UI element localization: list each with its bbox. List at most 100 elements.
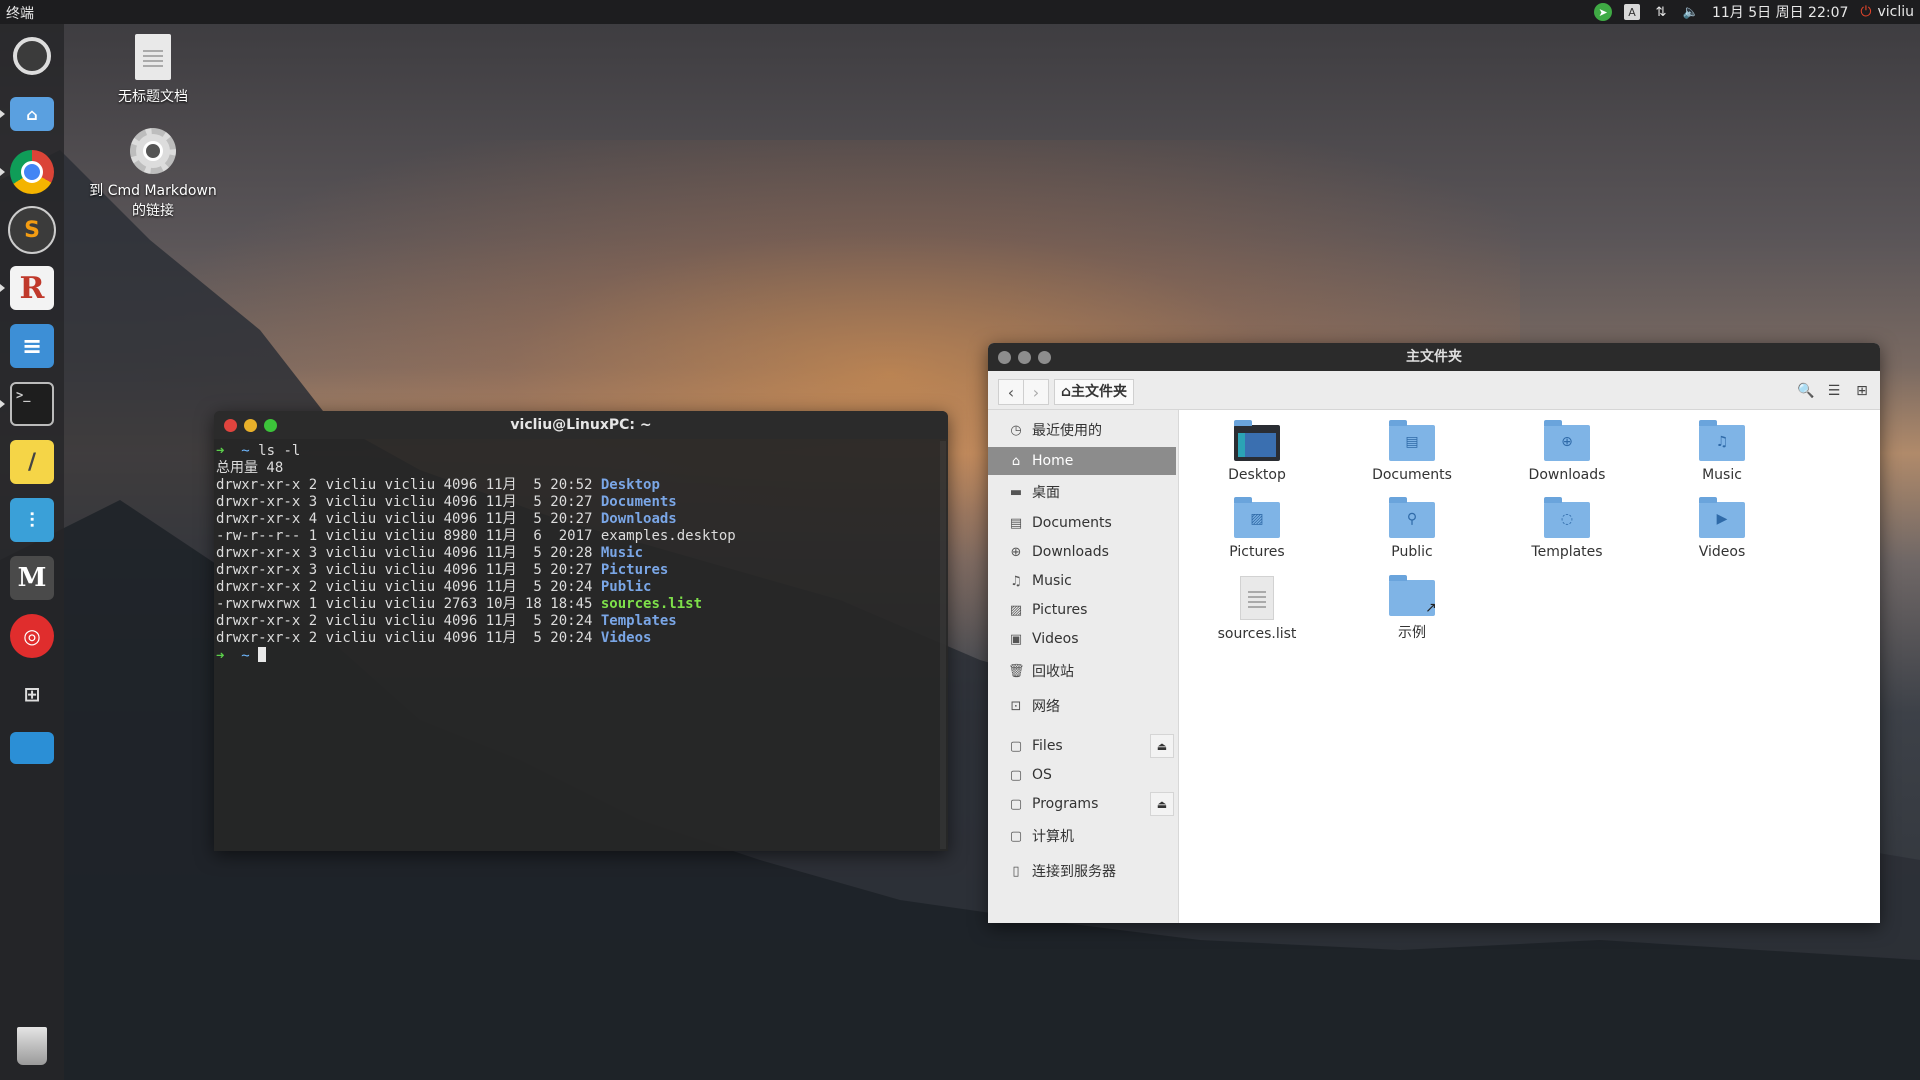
trash-icon: 🗑: [1008, 663, 1025, 679]
ls-row-meta: drwxr-xr-x 4 vicliu vicliu 4096 11月 5 20…: [216, 511, 601, 527]
file-manager-titlebar[interactable]: 主文件夹: [988, 343, 1880, 371]
sidebar-item-documents[interactable]: ▤ Documents: [988, 509, 1176, 537]
file-item-pictures[interactable]: ▨ Pictures: [1202, 497, 1312, 560]
sidebar-item-drive-programs[interactable]: ▢ Programs ⏏: [988, 790, 1176, 818]
file-item-examples[interactable]: ↗ 示例: [1357, 575, 1467, 642]
sidebar-item-videos[interactable]: ▣ Videos: [988, 625, 1176, 653]
rstudio-icon[interactable]: R: [8, 264, 56, 312]
terminal-icon[interactable]: >_: [8, 380, 56, 428]
sublime-text-icon[interactable]: S: [8, 206, 56, 254]
file-item-public[interactable]: ⚲ Public: [1357, 497, 1467, 560]
terminal-scrollbar[interactable]: [940, 441, 946, 849]
minimize-button[interactable]: [1018, 351, 1031, 364]
eject-icon[interactable]: ⏏: [1150, 734, 1174, 758]
sidebar-item-music[interactable]: ♫ Music: [988, 567, 1176, 595]
close-button[interactable]: [998, 351, 1011, 364]
ls-row-filename: Downloads: [600, 511, 677, 527]
sidebar-item-trash[interactable]: 🗑 回收站: [988, 657, 1176, 685]
file-item-downloads[interactable]: ⊕ Downloads: [1512, 420, 1622, 483]
ubuntu-settings-icon[interactable]: [8, 32, 56, 80]
minimize-button[interactable]: [244, 419, 257, 432]
telegram-icon[interactable]: ➤: [1593, 3, 1612, 21]
ls-row: drwxr-xr-x 3 vicliu vicliu 4096 11月 5 20…: [216, 562, 948, 579]
file-view[interactable]: Desktop ▤ Documents ⊕ Downloads ♫ Music ▨ Pi…: [1179, 410, 1880, 923]
file-item-sources-list[interactable]: sources.list: [1202, 576, 1312, 642]
terminal-window[interactable]: vicliu@LinuxPC: ~ ➜ ~ ls -l 总用量 48 drwxr-x…: [214, 411, 948, 851]
terminal-titlebar[interactable]: vicliu@LinuxPC: ~: [214, 411, 948, 439]
network-icon[interactable]: ⇅: [1652, 3, 1670, 21]
sidebar-item-drive-os[interactable]: ▢ OS: [988, 761, 1176, 789]
window-title: 主文件夹: [1406, 349, 1462, 365]
sidebar-item-drive-files[interactable]: ▢ Files ⏏: [988, 732, 1176, 760]
screen-tool-icon[interactable]: ⊞: [8, 670, 56, 718]
command-text: ls -l: [258, 443, 301, 459]
back-button[interactable]: ‹: [998, 379, 1024, 405]
datetime[interactable]: 11月 5日 周日 22:07: [1712, 2, 1848, 22]
ls-row: drwxr-xr-x 2 vicliu vicliu 4096 11月 5 20…: [216, 613, 948, 630]
search-icon[interactable]: 🔍: [1794, 379, 1818, 403]
power-icon[interactable]: ⏻: [1860, 4, 1871, 20]
workspace-switcher-icon[interactable]: [8, 724, 56, 772]
file-item-desktop[interactable]: Desktop: [1202, 420, 1312, 483]
file-label: Documents: [1372, 467, 1452, 483]
sidebar-item-recent[interactable]: ◷ 最近使用的: [988, 416, 1176, 444]
templates-folder-icon: ◌: [1544, 497, 1590, 538]
picture-icon: ▨: [1009, 602, 1023, 618]
user-name[interactable]: vicliu: [1877, 4, 1914, 20]
downloads-folder-icon: ⊕: [1544, 420, 1590, 461]
file-manager-window[interactable]: 主文件夹 ‹ › ⌂主文件夹 🔍 ☰ ⊞ ◷ 最近使用的 ⌂ Home ▬ 桌面 ▤ D…: [988, 343, 1880, 923]
file-item-music[interactable]: ♫ Music: [1667, 420, 1777, 483]
ls-row-meta: drwxr-xr-x 2 vicliu vicliu 4096 11月 5 20…: [216, 477, 601, 493]
link-folder-icon: ↗: [1389, 575, 1437, 616]
volume-icon[interactable]: 🔈: [1682, 3, 1700, 21]
sidebar-item-label: Pictures: [1032, 602, 1088, 618]
sidebar-item-label: 桌面: [1032, 485, 1060, 501]
file-label: Pictures: [1229, 544, 1285, 560]
ls-row-meta: drwxr-xr-x 2 vicliu vicliu 4096 11月 5 20…: [216, 579, 601, 595]
desktop-link-cmd-markdown[interactable]: 到 Cmd Markdown 的链接: [83, 128, 223, 220]
terminal-output[interactable]: ➜ ~ ls -l 总用量 48 drwxr-xr-x 2 vicliu vicli…: [214, 439, 948, 665]
notes-icon[interactable]: /: [8, 438, 56, 486]
eject-icon[interactable]: ⏏: [1150, 792, 1174, 816]
sidebar-item-pictures[interactable]: ▨ Pictures: [988, 596, 1176, 624]
file-item-templates[interactable]: ◌ Templates: [1512, 497, 1622, 560]
text-file-icon: [1240, 576, 1274, 620]
sidebar-item-label: 回收站: [1032, 664, 1074, 680]
list-view-icon[interactable]: ☰: [1822, 379, 1846, 403]
drive-icon: ▢: [1009, 767, 1023, 783]
sidebar-item-downloads[interactable]: ⊕ Downloads: [988, 538, 1176, 566]
document-viewer-icon[interactable]: ≡: [8, 322, 56, 370]
desktop-file-untitled[interactable]: 无标题文档: [83, 34, 223, 106]
maximize-button[interactable]: [1038, 351, 1051, 364]
sidebar-item-label: Downloads: [1032, 544, 1109, 560]
sidebar-item-connect-server[interactable]: ▯ 连接到服务器: [988, 857, 1176, 885]
ls-output: drwxr-xr-x 2 vicliu vicliu 4096 11月 5 20…: [216, 477, 948, 647]
close-button[interactable]: [224, 419, 237, 432]
breadcrumb[interactable]: ⌂主文件夹: [1054, 379, 1135, 405]
markdown-icon[interactable]: M: [8, 554, 56, 602]
prompt-line: ➜ ~ ls -l: [216, 443, 301, 459]
files-icon[interactable]: ⌂: [8, 90, 56, 138]
sidebar-item-computer[interactable]: ▢ 计算机: [988, 822, 1176, 850]
mixer-icon[interactable]: ⫶: [8, 496, 56, 544]
file-item-documents[interactable]: ▤ Documents: [1357, 420, 1467, 483]
prompt-line: ➜ ~: [216, 647, 948, 665]
drive-icon: ▢: [1009, 828, 1023, 844]
ls-row: -rwxrwxrwx 1 vicliu vicliu 2763 10月 18 1…: [216, 596, 948, 613]
sidebar-item-home[interactable]: ⌂ Home: [988, 447, 1176, 475]
forward-button[interactable]: ›: [1023, 379, 1049, 405]
file-label: Downloads: [1528, 467, 1606, 483]
file-item-videos[interactable]: ▶ Videos: [1667, 497, 1777, 560]
trash-icon[interactable]: [8, 1022, 56, 1070]
chrome-icon[interactable]: [8, 148, 56, 196]
netease-music-icon[interactable]: ◎: [8, 612, 56, 660]
ls-row-meta: -rw-r--r-- 1 vicliu vicliu 8980 11月 6 20…: [216, 528, 601, 544]
grid-view-icon[interactable]: ⊞: [1850, 379, 1874, 403]
sidebar-item-desktop[interactable]: ▬ 桌面: [988, 478, 1176, 506]
drive-icon: ▢: [1009, 796, 1023, 812]
maximize-button[interactable]: [264, 419, 277, 432]
sidebar-item-network[interactable]: ⊡ 网络: [988, 692, 1176, 720]
keyboard-icon[interactable]: A: [1623, 4, 1640, 20]
terminal-title: vicliu@LinuxPC: ~: [510, 417, 652, 433]
launcher: ⌂ S R ≡ >_ / ⫶ M ◎ ⊞: [0, 24, 64, 1080]
